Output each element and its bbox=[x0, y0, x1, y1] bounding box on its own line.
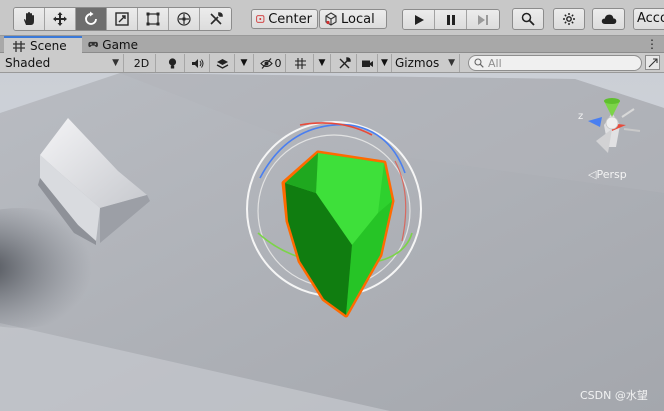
dropdown-arrow-icon: ▼ bbox=[240, 58, 248, 68]
pivot-rotation-button[interactable]: Local bbox=[319, 9, 387, 29]
scale-icon bbox=[115, 12, 129, 26]
local-cube-icon bbox=[325, 12, 337, 26]
search-input[interactable] bbox=[488, 56, 628, 70]
custom-tool-button[interactable] bbox=[200, 8, 231, 30]
eye-slash-icon bbox=[259, 57, 273, 69]
pivot-mode-label: Center bbox=[268, 11, 312, 27]
search-button[interactable] bbox=[512, 8, 544, 30]
lighting-toggle[interactable] bbox=[160, 54, 185, 72]
search-icon bbox=[474, 58, 484, 68]
tab-scene[interactable]: Scene bbox=[4, 36, 82, 54]
scale-tool-button[interactable] bbox=[107, 8, 138, 30]
transform-tool-group bbox=[13, 7, 232, 31]
dropdown-arrow-icon: ▼ bbox=[381, 58, 388, 68]
layers-icon bbox=[216, 58, 228, 69]
pivot-mode-button[interactable]: Center bbox=[251, 9, 318, 29]
hierarchy-search-field[interactable] bbox=[468, 55, 642, 71]
main-toolbar: Center Local Account bbox=[0, 0, 664, 36]
pause-icon bbox=[446, 14, 455, 25]
step-icon bbox=[478, 14, 488, 25]
tools-toggle[interactable] bbox=[333, 54, 357, 72]
camera-icon bbox=[362, 60, 373, 67]
move-arrows-icon bbox=[53, 12, 67, 26]
maximize-view-button[interactable] bbox=[645, 55, 660, 70]
scene-render bbox=[0, 73, 664, 411]
tab-game[interactable]: Game bbox=[80, 36, 146, 53]
toggle-2d-label: 2D bbox=[133, 56, 150, 70]
play-button[interactable] bbox=[403, 10, 435, 29]
hidden-count-label: 0 bbox=[274, 56, 282, 70]
hidden-objects-toggle[interactable]: 0 bbox=[256, 54, 286, 72]
shading-mode-dropdown[interactable]: Shaded ▼ bbox=[0, 54, 124, 72]
speaker-icon bbox=[191, 58, 203, 68]
effects-toggle[interactable] bbox=[210, 54, 235, 72]
playmode-controls bbox=[402, 9, 500, 30]
grid-dropdown[interactable]: ▼ bbox=[314, 54, 331, 72]
rotate-tool-button[interactable] bbox=[76, 8, 107, 30]
hand-tool-button[interactable] bbox=[14, 8, 45, 30]
grid-icon bbox=[13, 40, 25, 52]
view-tab-strip: Scene Game ⋮ bbox=[0, 36, 664, 54]
tab-game-label: Game bbox=[102, 37, 138, 52]
camera-dropdown[interactable]: ▼ bbox=[378, 54, 392, 72]
grid-toggle[interactable] bbox=[288, 54, 314, 72]
rect-transform-icon bbox=[146, 12, 160, 26]
transform-tool-button[interactable] bbox=[169, 8, 200, 30]
rotate-icon bbox=[85, 11, 97, 25]
cloud-button[interactable] bbox=[592, 8, 625, 30]
scene-view-toolbar: Shaded ▼ 2D ▼ 0 ▼ ▼ Gizmos ▼ bbox=[0, 53, 664, 73]
gizmos-label: Gizmos bbox=[395, 56, 440, 70]
step-button[interactable] bbox=[467, 10, 499, 29]
rect-tool-button[interactable] bbox=[138, 8, 169, 30]
tab-scene-label: Scene bbox=[30, 39, 67, 53]
move-tool-button[interactable] bbox=[45, 8, 76, 30]
play-icon bbox=[414, 14, 424, 25]
account-dropdown[interactable]: Account bbox=[633, 8, 664, 30]
transform-all-icon bbox=[177, 12, 191, 26]
projection-toggle[interactable]: ◁Persp bbox=[588, 168, 627, 181]
camera-toggle[interactable] bbox=[358, 54, 378, 72]
pivot-center-icon bbox=[256, 15, 265, 23]
tab-menu-icon[interactable]: ⋮ bbox=[646, 37, 658, 51]
audio-toggle[interactable] bbox=[185, 54, 210, 72]
lightbulb-icon bbox=[168, 57, 176, 68]
pivot-rotation-label: Local bbox=[341, 11, 375, 27]
gizmos-dropdown[interactable]: Gizmos ▼ bbox=[392, 54, 460, 72]
shading-mode-label: Shaded bbox=[5, 56, 51, 70]
search-icon bbox=[521, 12, 535, 26]
effects-dropdown[interactable]: ▼ bbox=[235, 54, 254, 72]
toggle-2d-button[interactable]: 2D bbox=[128, 54, 156, 72]
grid-snap-icon bbox=[295, 57, 306, 69]
dropdown-arrow-icon: ▼ bbox=[318, 58, 326, 68]
scene-viewport[interactable]: ◁Persp z CSDN @水望 bbox=[0, 73, 664, 411]
dropdown-arrow-icon: ▼ bbox=[112, 58, 119, 68]
cloud-icon bbox=[601, 14, 616, 24]
maximize-icon bbox=[648, 57, 658, 67]
tools-icon bbox=[339, 56, 351, 68]
services-button[interactable] bbox=[553, 8, 585, 30]
collab-gear-icon bbox=[563, 13, 575, 25]
gamepad-icon bbox=[88, 41, 98, 48]
hand-icon bbox=[24, 12, 34, 25]
pause-button[interactable] bbox=[435, 10, 467, 29]
gizmo-z-axis-label: z bbox=[578, 111, 584, 122]
account-label: Account bbox=[637, 11, 664, 26]
dropdown-arrow-icon: ▼ bbox=[448, 58, 455, 68]
tools-wrench-icon bbox=[209, 12, 223, 25]
watermark-text: CSDN @水望 bbox=[580, 389, 648, 402]
